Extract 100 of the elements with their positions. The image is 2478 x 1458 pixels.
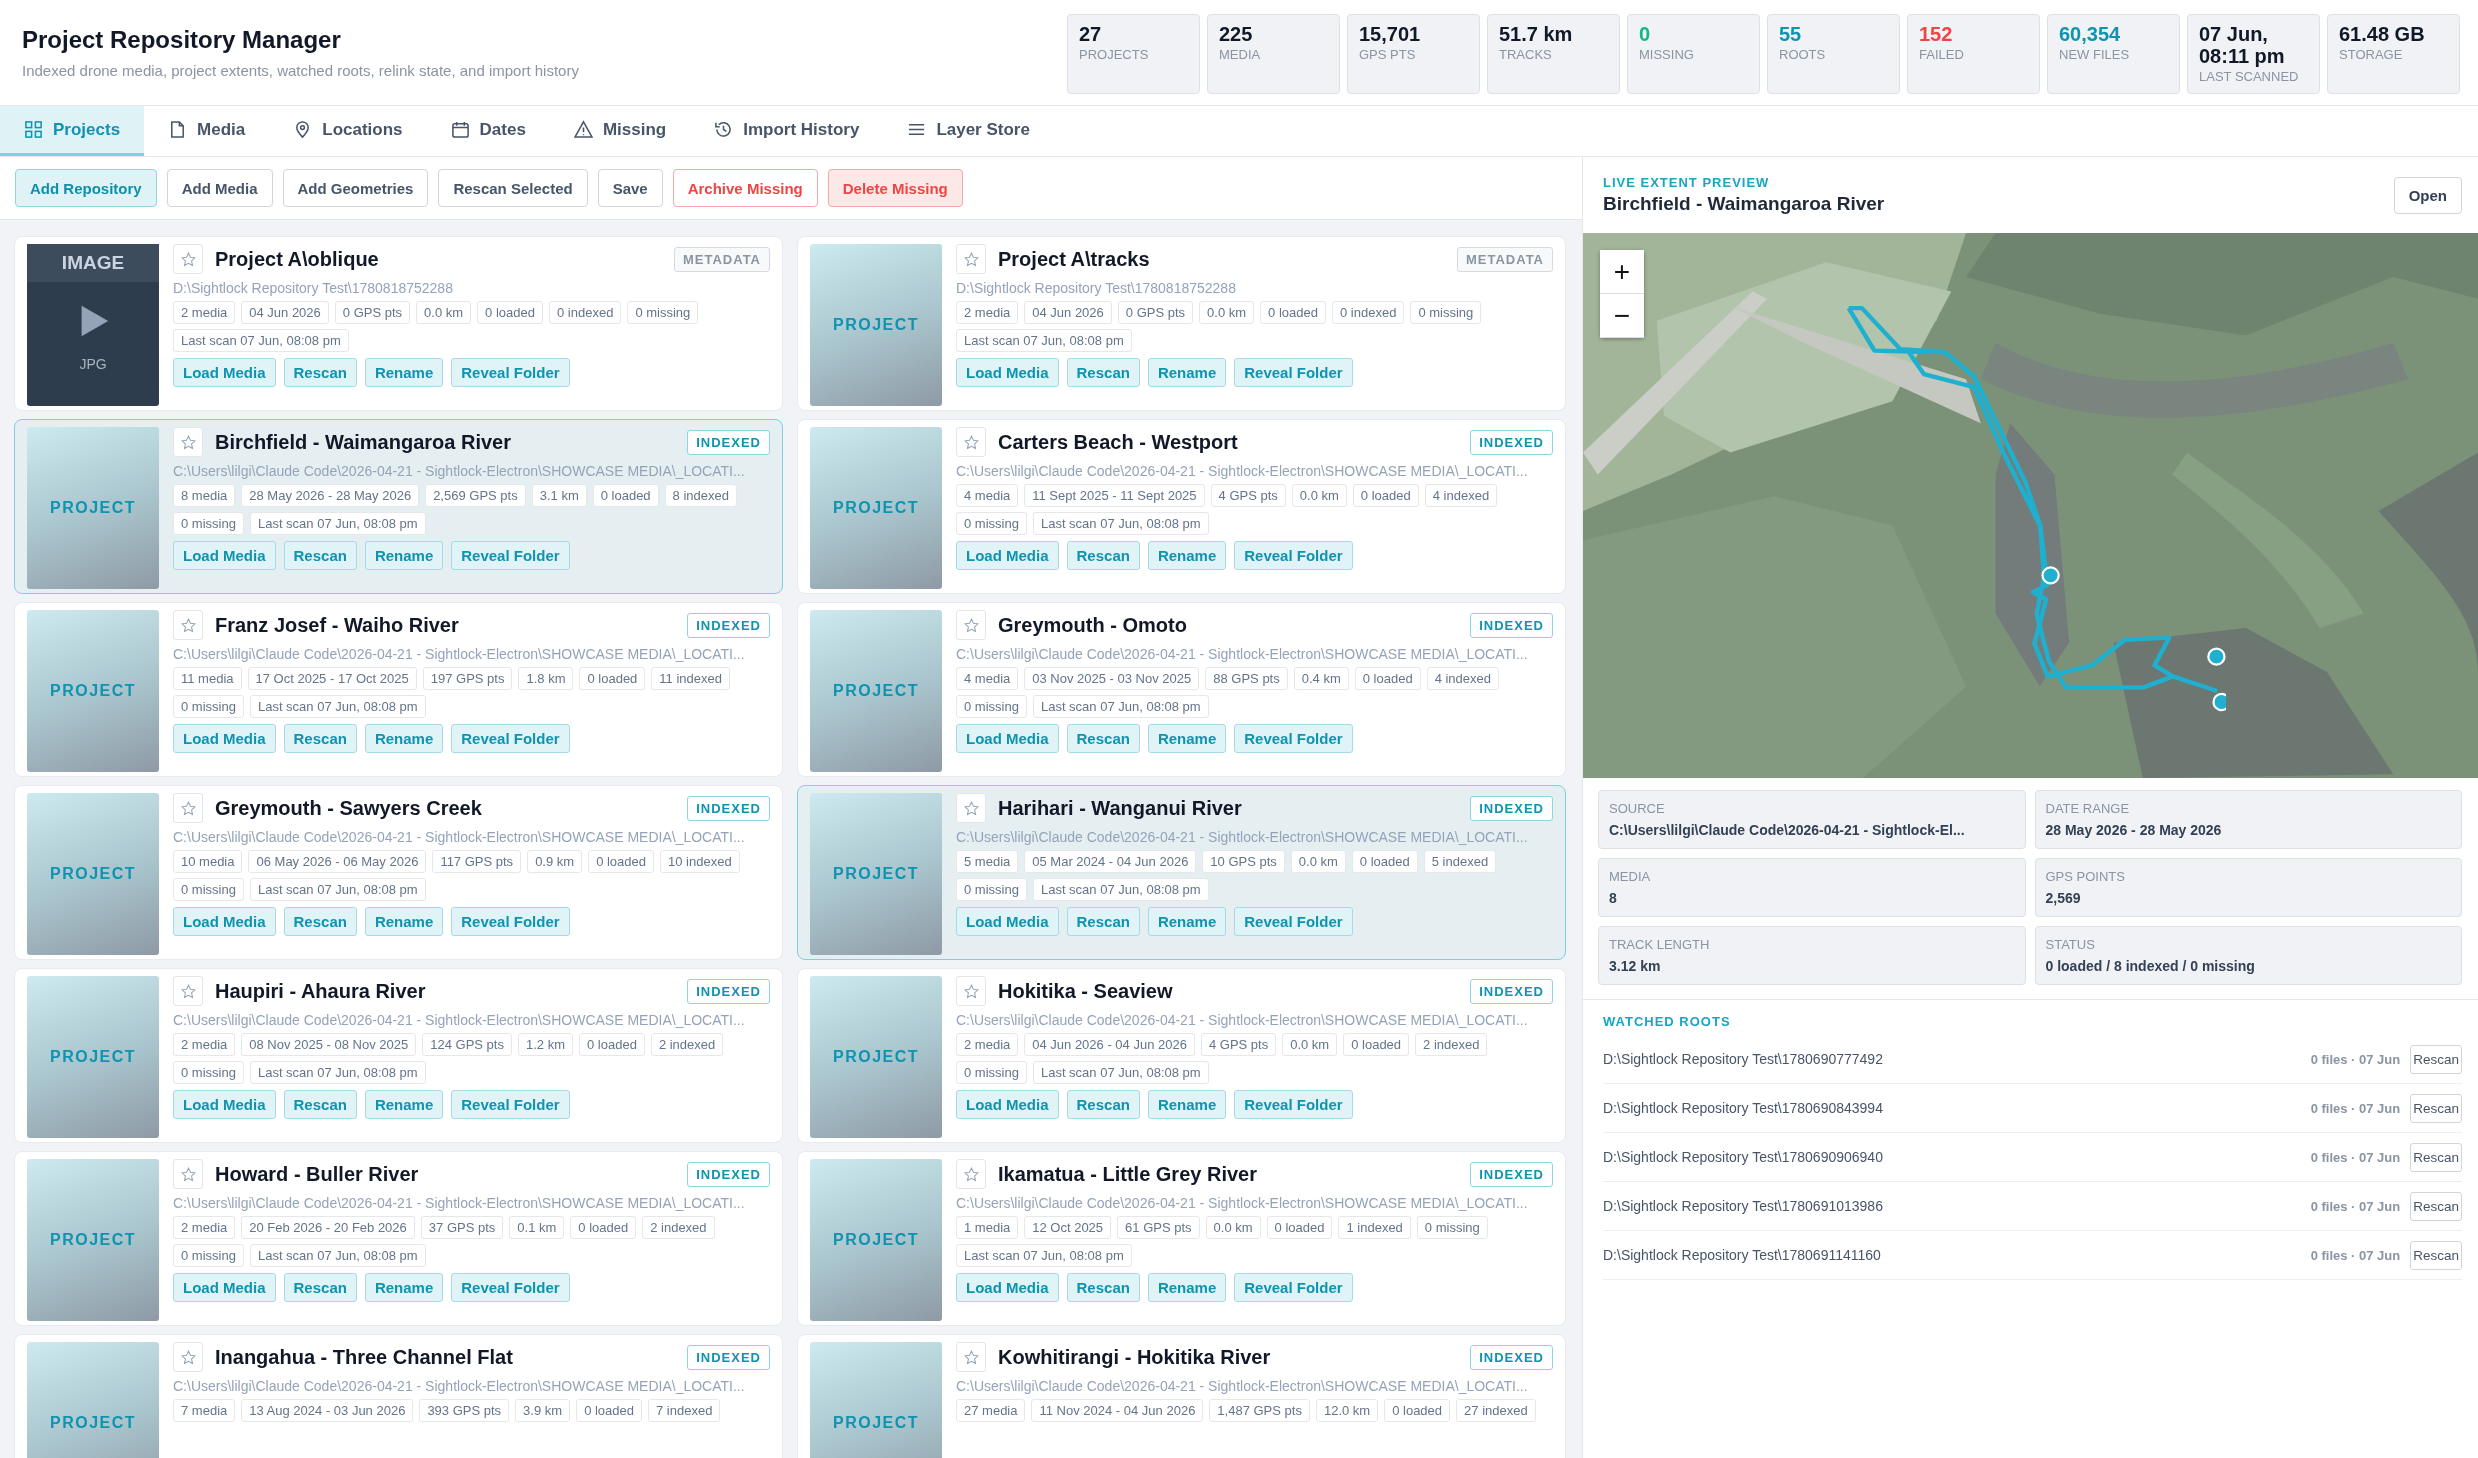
card-action-button[interactable]: Rename	[1147, 907, 1227, 936]
star-icon	[963, 251, 979, 267]
star-button[interactable]	[956, 610, 986, 640]
toolbar-button[interactable]: Delete Missing	[827, 169, 963, 207]
star-button[interactable]	[173, 1342, 203, 1372]
detail-label: MEDIA	[1609, 869, 1652, 884]
card-action-button[interactable]: Rescan	[1066, 1273, 1140, 1302]
card-action-button[interactable]: Rename	[364, 541, 444, 570]
rescan-button[interactable]: Rescan	[2410, 1093, 2462, 1123]
card-action-button[interactable]: Rescan	[1066, 907, 1140, 936]
tab[interactable]: Dates	[426, 106, 550, 156]
star-button[interactable]	[956, 427, 986, 457]
tab[interactable]: Layer Store	[883, 106, 1054, 156]
card-action-button[interactable]: Load Media	[173, 724, 276, 753]
project-name: Greymouth - Omoto	[998, 613, 1188, 637]
card-action-button[interactable]: Reveal Folder	[451, 724, 570, 753]
rescan-button[interactable]: Rescan	[2410, 1240, 2462, 1270]
tab[interactable]: Import History	[690, 106, 884, 156]
card-action-button[interactable]: Load Media	[956, 724, 1059, 753]
card-action-button[interactable]: Reveal Folder	[451, 358, 570, 387]
open-button[interactable]: Open	[2393, 176, 2462, 214]
card-action-button[interactable]: Rescan	[1066, 1090, 1140, 1119]
card-action-button[interactable]: Rescan	[283, 907, 357, 936]
card-action-button[interactable]: Rescan	[283, 724, 357, 753]
toolbar-button[interactable]: Save	[597, 169, 663, 207]
card-action-button[interactable]: Rename	[1147, 541, 1227, 570]
card-action-button[interactable]: Load Media	[173, 1090, 276, 1119]
card-action-button[interactable]: Reveal Folder	[1234, 724, 1353, 753]
card-action-button[interactable]: Rename	[364, 1273, 444, 1302]
card-action-button[interactable]: Rename	[1147, 358, 1227, 387]
card-action-button[interactable]: Rename	[364, 1090, 444, 1119]
card-action-button[interactable]: Rename	[1147, 1090, 1227, 1119]
toolbar-button[interactable]: Archive Missing	[672, 169, 818, 207]
card-action-button[interactable]: Load Media	[956, 541, 1059, 570]
card-action-button[interactable]: Rescan	[283, 541, 357, 570]
card-action-button[interactable]: Rename	[364, 358, 444, 387]
info-chip: 28 May 2026 - 28 May 2026	[241, 484, 420, 507]
zoom-out-button[interactable]: −	[1600, 294, 1644, 338]
star-button[interactable]	[956, 1159, 986, 1189]
zoom-in-button[interactable]: +	[1600, 250, 1644, 294]
star-icon	[963, 1166, 979, 1182]
card-action-button[interactable]: Reveal Folder	[1234, 541, 1353, 570]
card-action-button[interactable]: Load Media	[956, 1090, 1059, 1119]
card-action-button[interactable]: Reveal Folder	[451, 907, 570, 936]
tab[interactable]: Missing	[549, 106, 691, 156]
card-action-button[interactable]: Rescan	[283, 1273, 357, 1302]
info-chip: 88 GPS pts	[1205, 667, 1288, 690]
toolbar-button[interactable]: Add Repository	[15, 169, 157, 207]
card-action-button[interactable]: Load Media	[173, 1273, 276, 1302]
star-button[interactable]	[956, 793, 986, 823]
rescan-button[interactable]: Rescan	[2410, 1191, 2462, 1221]
star-button[interactable]	[956, 1342, 986, 1372]
star-button[interactable]	[173, 793, 203, 823]
project-path: C:\Users\lilgi\Claude Code\2026-04-21 - Sightlock-Electron\SHOWCASE MEDIA\_LOCATI...	[956, 646, 1529, 662]
toolbar-button[interactable]: Add Media	[166, 169, 273, 207]
card-action-button[interactable]: Load Media	[173, 358, 276, 387]
rescan-button[interactable]: Rescan	[2410, 1044, 2462, 1074]
toolbar-button[interactable]: Rescan Selected	[438, 169, 588, 207]
star-button[interactable]	[956, 244, 986, 274]
card-action-button[interactable]: Rename	[1147, 1273, 1227, 1302]
card-action-button[interactable]: Load Media	[956, 907, 1059, 936]
tab[interactable]: Locations	[269, 106, 427, 156]
card-action-button[interactable]: Rescan	[1066, 541, 1140, 570]
card-action-button[interactable]: Reveal Folder	[1234, 1273, 1353, 1302]
card-action-button[interactable]: Load Media	[956, 358, 1059, 387]
card-action-button[interactable]: Reveal Folder	[1234, 907, 1353, 936]
card-action-button[interactable]: Rescan	[283, 1090, 357, 1119]
card-action-button[interactable]: Rescan	[1066, 358, 1140, 387]
toolbar-button[interactable]: Add Geometries	[282, 169, 429, 207]
card-action-button[interactable]: Reveal Folder	[451, 1273, 570, 1302]
card-action-button[interactable]: Rename	[1147, 724, 1227, 753]
card-action-button[interactable]: Rescan	[1066, 724, 1140, 753]
stat-value: 225	[1219, 23, 1254, 45]
thumbnail-label: PROJECT	[49, 499, 137, 517]
info-chip: 0 missing	[956, 878, 1027, 901]
card-action-button[interactable]: Load Media	[173, 907, 276, 936]
tab[interactable]: Projects	[0, 106, 145, 156]
card-action-button[interactable]: Reveal Folder	[1234, 1090, 1353, 1119]
rescan-button[interactable]: Rescan	[2410, 1142, 2462, 1172]
card-action-button[interactable]: Rescan	[283, 358, 357, 387]
card-action-button[interactable]: Load Media	[173, 541, 276, 570]
star-button[interactable]	[956, 976, 986, 1006]
tab[interactable]: Media	[144, 106, 270, 156]
star-button[interactable]	[173, 244, 203, 274]
card-action-button[interactable]: Rename	[364, 724, 444, 753]
thumbnail-label: PROJECT	[832, 1414, 920, 1432]
card-action-button[interactable]: Rename	[364, 907, 444, 936]
star-button[interactable]	[173, 976, 203, 1006]
project-name: Greymouth - Sawyers Creek	[215, 796, 483, 820]
stat-label: FAILED	[1919, 47, 1965, 62]
card-action-button[interactable]: Load Media	[956, 1273, 1059, 1302]
info-chip: 13 Aug 2024 - 03 Jun 2026	[241, 1399, 414, 1422]
star-button[interactable]	[173, 427, 203, 457]
root-meta: 0 files · 07 Jun	[2310, 1198, 2401, 1214]
card-action-button[interactable]: Reveal Folder	[451, 1090, 570, 1119]
star-button[interactable]	[173, 610, 203, 640]
card-action-button[interactable]: Reveal Folder	[451, 541, 570, 570]
star-button[interactable]	[173, 1159, 203, 1189]
card-action-button[interactable]: Reveal Folder	[1234, 358, 1353, 387]
info-chip: 0 missing	[173, 1061, 244, 1084]
